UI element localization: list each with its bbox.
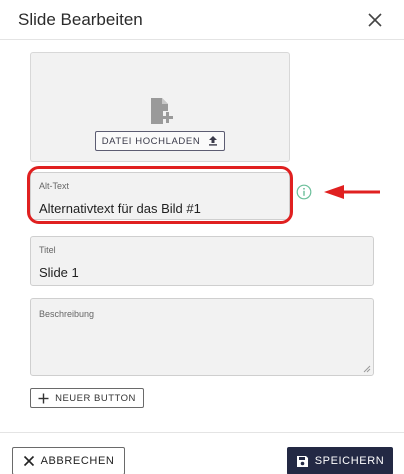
upload-button-label: DATEI HOCHLADEN (101, 135, 201, 147)
title-input[interactable]: Slide 1 (39, 265, 79, 280)
close-icon (23, 455, 34, 467)
upload-icon (209, 136, 218, 146)
save-button[interactable]: SPEICHERN (287, 447, 393, 474)
dialog-title: Slide Bearbeiten (18, 10, 143, 29)
title-label: Titel (39, 245, 56, 255)
cancel-button-label: ABBRECHEN (40, 455, 115, 467)
description-field[interactable]: Beschreibung (30, 298, 374, 376)
save-icon (296, 455, 308, 467)
dialog-footer: ABBRECHEN SPEICHERN (0, 432, 404, 474)
image-upload-area[interactable]: DATEI HOCHLADEN (30, 52, 290, 162)
alt-text-highlight (27, 166, 293, 224)
pointer-arrow-icon (324, 185, 380, 199)
new-button-label: NEUER BUTTON (55, 392, 136, 404)
file-add-icon (151, 98, 173, 124)
dialog-header: Slide Bearbeiten (0, 0, 404, 40)
new-button-button[interactable]: NEUER BUTTON (30, 388, 144, 408)
info-icon[interactable] (296, 184, 312, 200)
close-icon[interactable] (364, 9, 386, 31)
cancel-button[interactable]: ABBRECHEN (12, 447, 125, 474)
plus-icon (38, 393, 49, 403)
description-label: Beschreibung (39, 309, 95, 319)
upload-file-button[interactable]: DATEI HOCHLADEN (95, 131, 225, 151)
title-field[interactable]: Titel Slide 1 (30, 236, 374, 286)
resize-handle-icon[interactable] (363, 365, 371, 373)
save-button-label: SPEICHERN (314, 455, 385, 467)
